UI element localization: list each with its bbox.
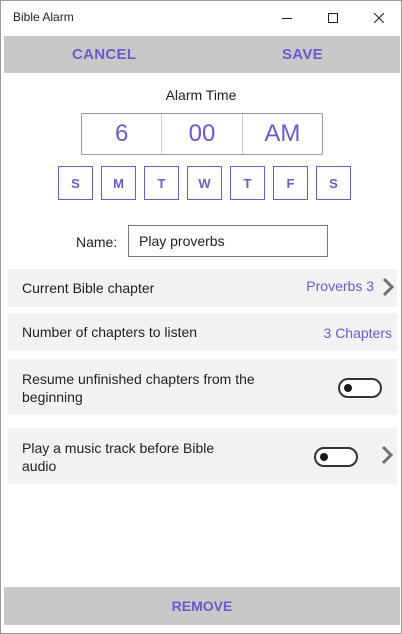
name-label: Name: [76, 234, 118, 250]
bottom-bar: REMOVE [4, 587, 400, 625]
resume-chapters-row: Resume unfinished chapters from the begi… [8, 359, 397, 415]
chapter-count-label: Number of chapters to listen [22, 324, 198, 340]
maximize-button[interactable] [310, 1, 356, 34]
day-toggle-tuesday[interactable]: T [144, 166, 179, 200]
chevron-right-icon[interactable] [381, 277, 395, 297]
current-chapter-value: Proverbs 3 [306, 278, 374, 294]
music-track-label: Play a music track before Bible audio [22, 440, 215, 474]
chapter-count-row[interactable]: Number of chapters to listen 3 Chapters [8, 313, 397, 351]
toggle-knob [320, 453, 328, 461]
alarm-time-label: Alarm Time [165, 87, 237, 103]
chevron-right-icon[interactable] [380, 445, 394, 465]
chapter-count-value: 3 Chapters [323, 325, 392, 341]
music-track-row: Play a music track before Bible audio [8, 428, 397, 484]
minimize-button[interactable] [264, 1, 310, 34]
minute-selector[interactable]: 00 [161, 114, 241, 154]
command-bar: CANCEL SAVE [4, 36, 400, 73]
hour-selector[interactable]: 6 [82, 114, 161, 154]
day-toggle-monday[interactable]: M [101, 166, 136, 200]
title-bar: Bible Alarm [1, 1, 401, 34]
music-track-toggle[interactable] [314, 447, 358, 467]
window-title: Bible Alarm [13, 10, 74, 24]
day-toggle-saturday[interactable]: S [316, 166, 351, 200]
time-picker[interactable]: 6 00 AM [81, 113, 323, 155]
day-toggle-thursday[interactable]: T [230, 166, 265, 200]
current-chapter-row[interactable]: Current Bible chapter Proverbs 3 [8, 269, 397, 307]
period-selector[interactable]: AM [241, 114, 322, 154]
day-toggle-sunday[interactable]: S [58, 166, 93, 200]
current-chapter-label: Current Bible chapter [22, 280, 155, 296]
weekday-selector: S M T W T F S [58, 166, 358, 200]
name-input[interactable] [128, 225, 328, 257]
close-button[interactable] [356, 1, 402, 34]
day-toggle-friday[interactable]: F [273, 166, 308, 200]
resume-chapters-toggle[interactable] [338, 378, 382, 398]
app-window: Bible Alarm CANCEL SAVE Alarm Time 6 00 … [0, 0, 402, 634]
day-toggle-wednesday[interactable]: W [187, 166, 222, 200]
save-button[interactable]: SAVE [282, 36, 323, 73]
close-icon [374, 12, 384, 23]
resume-chapters-label: Resume unfinished chapters from the begi… [22, 371, 255, 405]
maximize-icon [328, 12, 338, 23]
remove-button[interactable]: REMOVE [4, 587, 400, 625]
toggle-knob [344, 384, 352, 392]
minimize-icon [282, 17, 292, 19]
cancel-button[interactable]: CANCEL [72, 36, 136, 73]
